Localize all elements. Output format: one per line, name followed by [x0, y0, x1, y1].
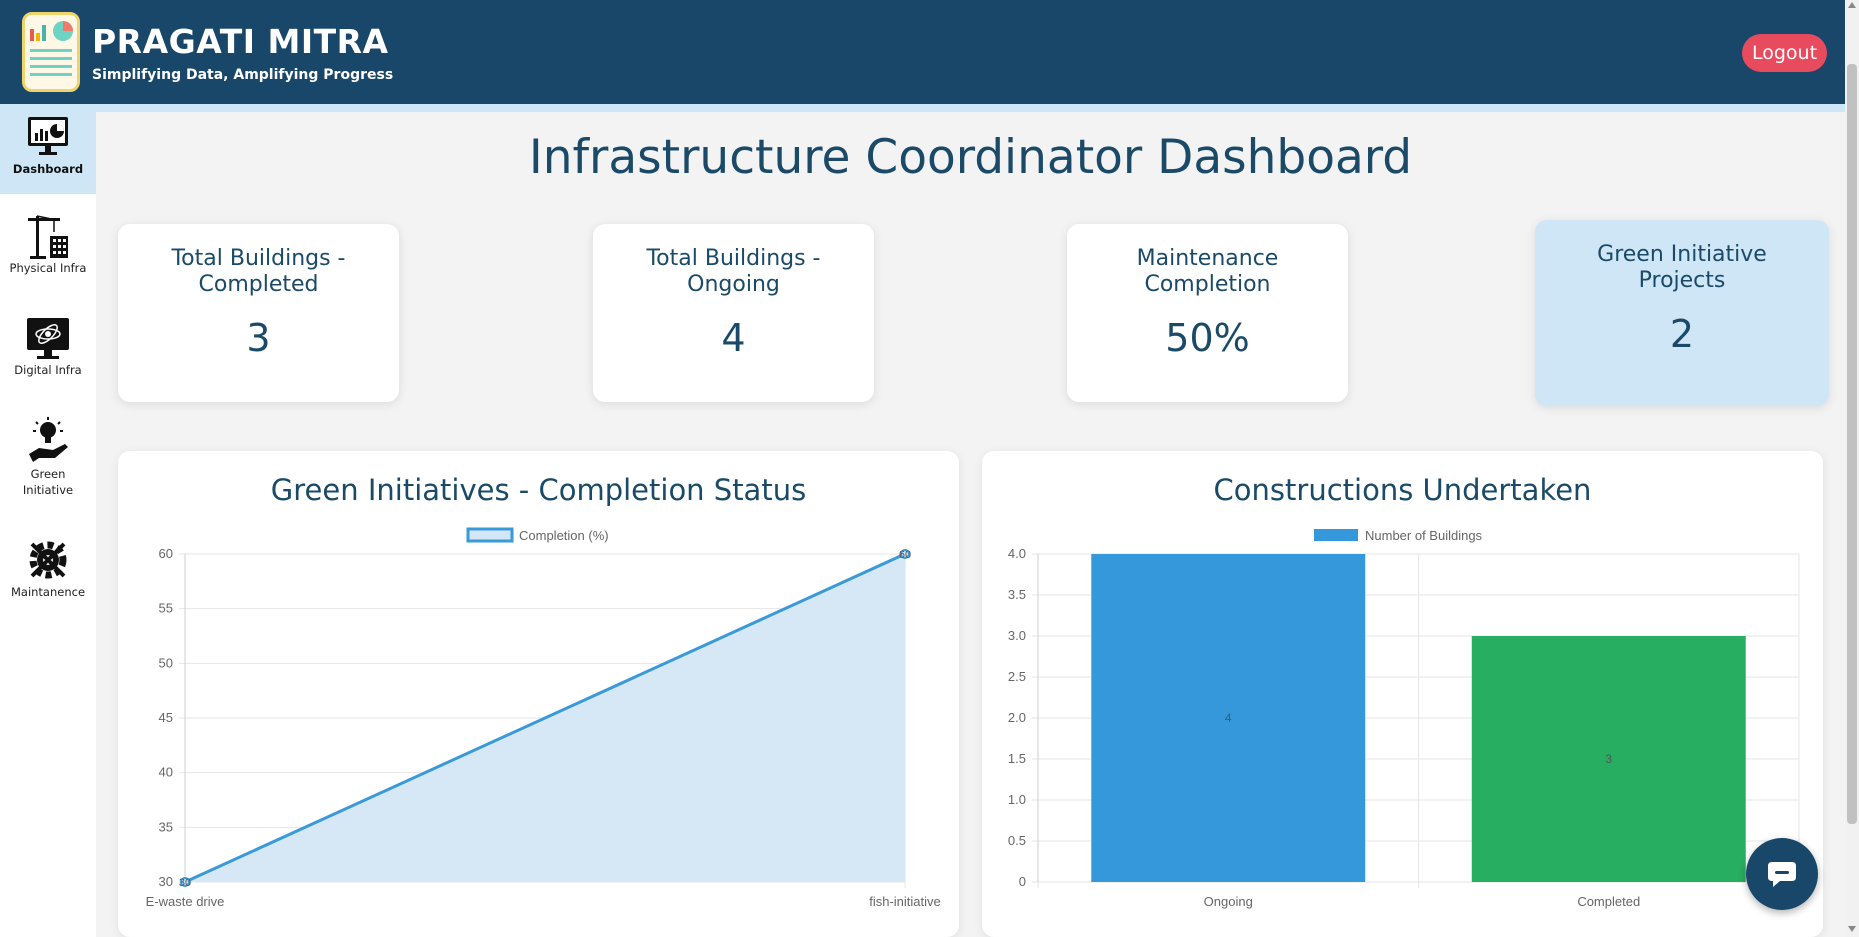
- y-tick-label: 2.0: [1008, 710, 1026, 725]
- y-tick-label: 35: [159, 819, 173, 834]
- scrollbar-thumb[interactable]: [1847, 64, 1857, 824]
- gear-wrench-icon: [29, 541, 67, 579]
- header-divider: [0, 104, 1845, 112]
- card-title: Green Initiative Projects: [1597, 242, 1767, 293]
- data-label: 3: [1605, 752, 1612, 766]
- green-initiatives-line-chart: Completion (%) 30 35 40 45 50 55 60 E-waste driv…: [146, 527, 941, 909]
- y-tick-label: 3.0: [1008, 628, 1026, 643]
- stat-card-buildings-completed: Total Buildings - Completed 3: [118, 224, 399, 402]
- legend-swatch: [1314, 529, 1358, 541]
- legend-label: Completion (%): [519, 528, 609, 543]
- constructions-bar-chart: Number of Buildings 0 0.5 1.0 1.5 2.0 2.5 3.0 3.…: [1008, 528, 1800, 909]
- sidebar-item-maintanence[interactable]: Maintanence: [0, 536, 96, 616]
- y-tick-label: 30: [159, 874, 173, 889]
- data-label: 4: [1225, 711, 1232, 725]
- sidebar-item-label: Dashboard: [12, 162, 84, 176]
- dashboard-monitor-icon: [28, 117, 68, 155]
- card-title: Total Buildings - Completed: [171, 246, 346, 297]
- stat-card-maintenance-completion: Maintenance Completion 50%: [1067, 224, 1348, 402]
- crane-building-icon: [28, 215, 68, 259]
- y-tick-label: 55: [159, 601, 173, 616]
- y-tick-label: 1.5: [1008, 751, 1026, 766]
- card-value: 4: [721, 316, 746, 360]
- green-initiatives-chart-panel: Green Initiatives - Completion Status Co…: [118, 451, 959, 937]
- logout-button[interactable]: Logout: [1742, 34, 1827, 72]
- y-tick-label: 1.0: [1008, 792, 1026, 807]
- sidebar-item-physical-infra[interactable]: Physical Infra: [0, 214, 96, 294]
- sidebar-item-label: Green Initiative: [22, 467, 74, 497]
- y-tick-label: 3.5: [1008, 587, 1026, 602]
- app-logo: [22, 12, 80, 92]
- y-tick-label: 45: [159, 710, 173, 725]
- card-title: Total Buildings - Ongoing: [646, 246, 821, 297]
- app-title: PRAGATI MITRA: [92, 22, 389, 61]
- legend-label: Number of Buildings: [1365, 528, 1483, 543]
- chat-button[interactable]: [1746, 838, 1818, 910]
- top-header: PRAGATI MITRA Simplifying Data, Amplifyi…: [0, 0, 1845, 104]
- card-title: Maintenance Completion: [1136, 246, 1279, 297]
- sidebar-item-green-initiative[interactable]: Green Initiative: [0, 416, 96, 516]
- stat-card-buildings-ongoing: Total Buildings - Ongoing 4: [593, 224, 874, 402]
- sidebar-item-dashboard[interactable]: Dashboard: [0, 104, 96, 194]
- card-value: 3: [246, 316, 271, 360]
- data-label: 60: [899, 549, 911, 561]
- scroll-down-arrow-icon[interactable]: [1848, 926, 1856, 932]
- x-tick-label: fish-initiative: [869, 894, 941, 909]
- x-tick-label: Ongoing: [1204, 894, 1253, 909]
- app-tagline: Simplifying Data, Amplifying Progress: [92, 67, 394, 83]
- legend-swatch: [466, 527, 514, 543]
- constructions-chart-panel: Constructions Undertaken Number of Build…: [982, 451, 1823, 937]
- digital-monitor-icon: [27, 318, 69, 359]
- sidebar: Dashboard Physical Infra Digital Infra G…: [0, 104, 96, 937]
- x-tick-label: Completed: [1577, 894, 1640, 909]
- y-tick-label: 60: [159, 546, 173, 561]
- page-title: Infrastructure Coordinator Dashboard: [528, 130, 1413, 185]
- y-tick-label: 50: [159, 655, 173, 670]
- x-tick-label: E-waste drive: [146, 894, 225, 909]
- card-value: 50%: [1165, 316, 1250, 360]
- y-tick-label: 40: [159, 765, 173, 780]
- chat-bubble-icon: [1768, 862, 1796, 887]
- sidebar-item-label: Physical Infra: [9, 261, 87, 275]
- y-tick-label: 2.5: [1008, 669, 1026, 684]
- y-tick-label: 4.0: [1008, 546, 1026, 561]
- stat-card-green-initiative-projects[interactable]: Green Initiative Projects 2: [1535, 220, 1829, 406]
- sidebar-item-digital-infra[interactable]: Digital Infra: [0, 316, 96, 396]
- card-value: 2: [1669, 312, 1695, 356]
- lightbulb-hand-icon: [29, 417, 68, 462]
- sidebar-item-label: Maintanence: [10, 585, 86, 599]
- y-tick-label: 0: [1019, 874, 1026, 889]
- y-tick-label: 0.5: [1008, 833, 1026, 848]
- page-scrollbar[interactable]: [1845, 0, 1859, 937]
- scroll-up-arrow-icon[interactable]: [1848, 2, 1856, 8]
- data-label: 30: [179, 877, 191, 889]
- sidebar-item-label: Digital Infra: [14, 363, 82, 377]
